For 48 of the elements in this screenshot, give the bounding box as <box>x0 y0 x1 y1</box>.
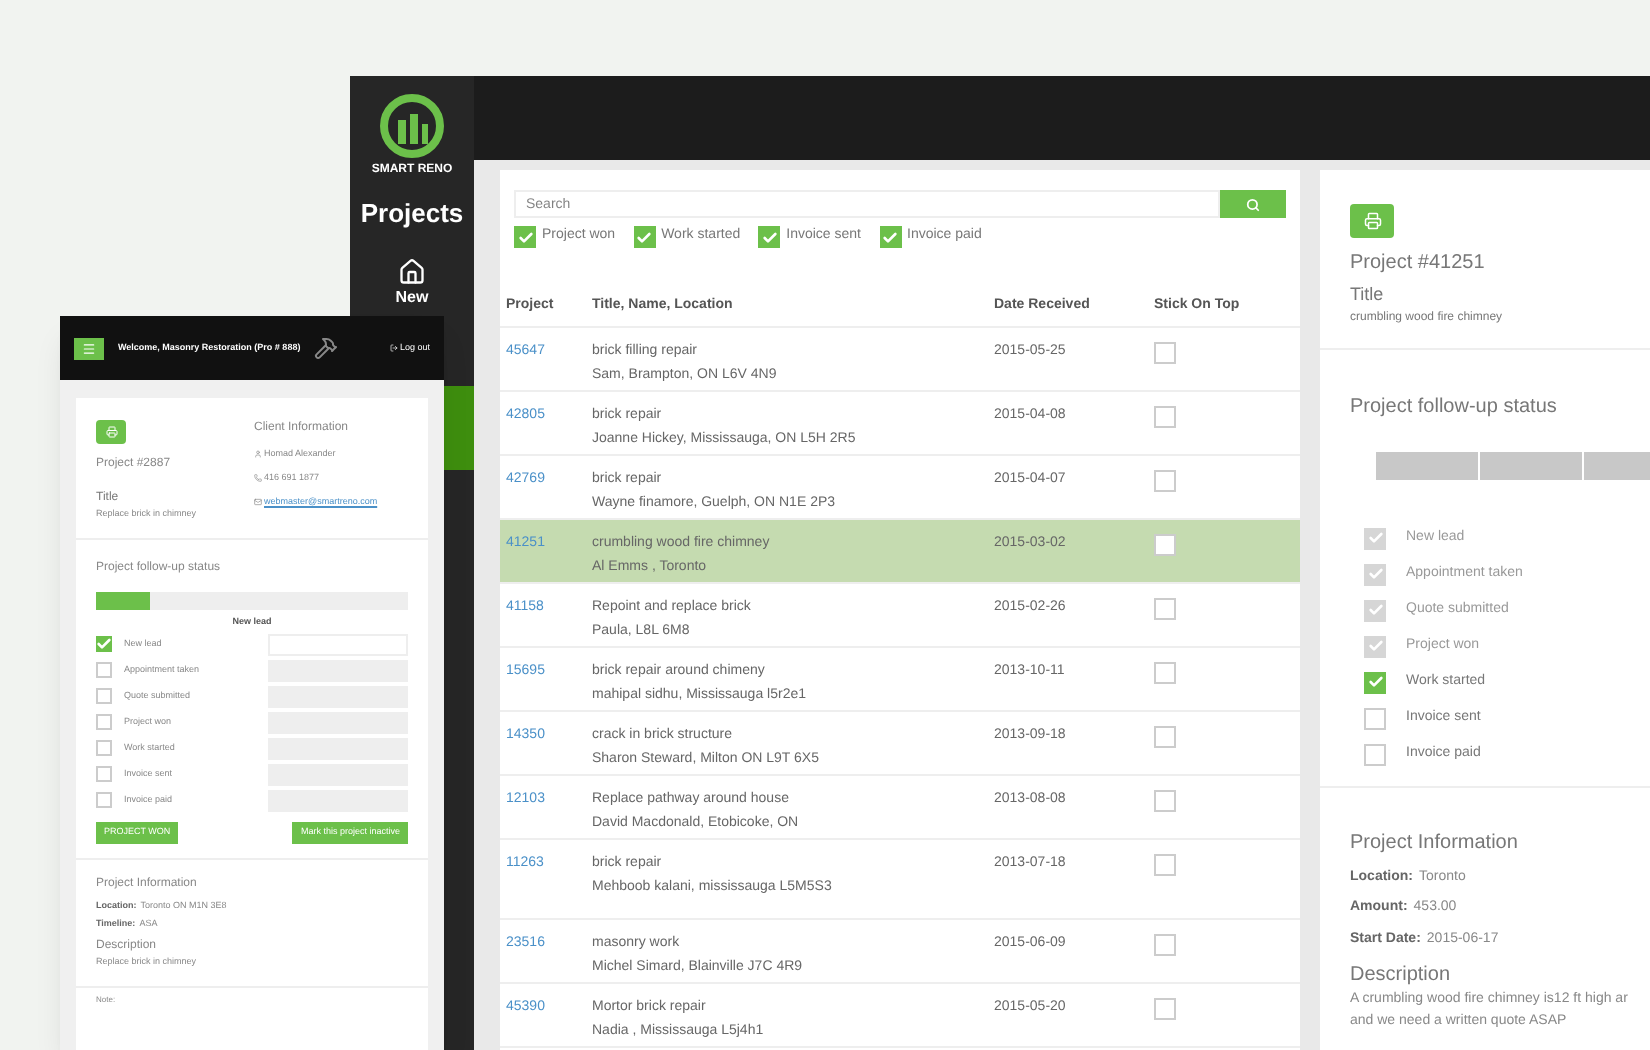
checkbox[interactable] <box>514 226 536 248</box>
phone-icon <box>254 474 262 483</box>
menu-button[interactable] <box>74 337 104 359</box>
user-icon <box>254 450 262 459</box>
checkbox[interactable] <box>1364 671 1386 693</box>
checkbox[interactable] <box>758 226 781 248</box>
logo-icon <box>376 92 448 160</box>
checkbox[interactable] <box>1154 854 1176 876</box>
active-nav-item[interactable] <box>444 385 474 469</box>
hammer-icon <box>314 336 339 360</box>
checkbox[interactable] <box>96 662 112 678</box>
checkbox[interactable] <box>1154 598 1176 620</box>
printer-icon <box>1363 212 1381 230</box>
print-button[interactable] <box>96 420 126 444</box>
checkbox[interactable] <box>96 766 112 782</box>
checkbox[interactable] <box>879 226 901 248</box>
search-button[interactable] <box>1220 190 1286 218</box>
checkbox[interactable] <box>1154 342 1176 364</box>
checkbox[interactable] <box>1154 726 1176 748</box>
checkbox[interactable] <box>96 740 112 756</box>
checkbox[interactable] <box>1154 470 1176 492</box>
section-heading: Description <box>1350 962 1453 990</box>
title-label: Title <box>1350 282 1386 308</box>
checkbox[interactable] <box>1364 707 1386 729</box>
checkbox[interactable] <box>1154 534 1176 556</box>
checkbox[interactable] <box>633 226 656 248</box>
house-icon <box>398 257 426 285</box>
checkbox[interactable] <box>96 714 112 730</box>
section-heading: Project Information <box>1350 829 1520 857</box>
print-button[interactable] <box>1350 204 1394 238</box>
checkbox[interactable] <box>1154 998 1176 1020</box>
section-heading: Project follow-up status <box>1350 393 1559 421</box>
sidebar-title: Projects <box>360 196 464 232</box>
logout-icon <box>389 344 398 352</box>
search-icon <box>1246 197 1260 211</box>
checkbox[interactable] <box>96 688 112 704</box>
mail-icon <box>254 497 262 506</box>
menu-icon <box>82 341 96 355</box>
checkbox[interactable] <box>1154 790 1176 812</box>
status-step <box>1376 451 1478 479</box>
printer-icon <box>105 426 117 438</box>
project-number: Project #41251 <box>1350 250 1487 278</box>
nav-item[interactable]: New <box>350 253 474 313</box>
checkbox[interactable] <box>1154 662 1176 684</box>
checkbox[interactable] <box>1364 743 1386 765</box>
checkbox[interactable] <box>96 792 112 808</box>
checkbox[interactable] <box>1154 406 1176 428</box>
checkbox[interactable] <box>1154 934 1176 956</box>
